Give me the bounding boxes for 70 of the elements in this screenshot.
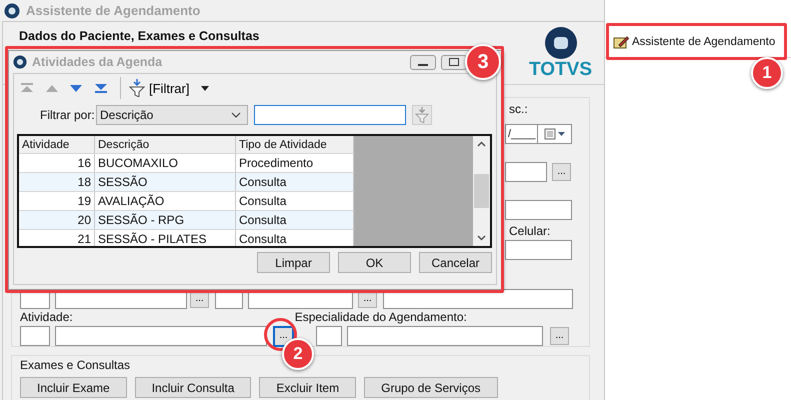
table-cell: BUCOMAXILO	[95, 154, 236, 172]
last-record-icon[interactable]	[94, 83, 108, 93]
table-cell: Procedimento	[236, 154, 354, 172]
field-label: Celular:	[509, 224, 550, 238]
filter-label: Filtrar por:	[40, 108, 92, 122]
filter-button[interactable]: [Filtrar]	[129, 79, 190, 97]
item-label: Assistente de Agendamento	[632, 36, 776, 48]
pencil-note-icon	[613, 35, 629, 49]
column-header[interactable]: Descrição	[95, 136, 236, 153]
action-button[interactable]: Incluir Consulta	[134, 377, 252, 398]
funnel-icon	[129, 79, 145, 97]
side-panel-item[interactable]: Assistente de Agendamento	[613, 33, 776, 51]
filter-dropdown[interactable]: Descrição	[96, 105, 248, 125]
field-label: Atividade:	[20, 310, 73, 324]
funnel-icon	[415, 107, 429, 123]
dialog-button[interactable]: OK	[338, 252, 411, 273]
text-field[interactable]	[347, 326, 543, 346]
globe-logo-icon	[544, 26, 578, 60]
maximize-button[interactable]	[441, 54, 467, 70]
date-field[interactable]: /____	[505, 124, 538, 144]
table-cell: 16	[19, 154, 95, 172]
table-cell: SESSÃO - PILATES	[95, 230, 236, 246]
search-field[interactable]	[254, 105, 406, 125]
section-heading: Dados do Paciente, Exames e Consultas	[19, 29, 260, 45]
dialog-button[interactable]: Cancelar	[419, 252, 492, 273]
apply-filter-button[interactable]	[412, 105, 432, 125]
table-cell: 20	[19, 211, 95, 229]
scroll-thumb[interactable]	[474, 174, 489, 208]
action-button[interactable]: Grupo de Serviços	[364, 377, 498, 398]
field-label: Especialidade do Agendamento:	[294, 310, 467, 324]
lookup-button[interactable]: ...	[552, 163, 571, 181]
text-field[interactable]	[505, 200, 572, 220]
text-field[interactable]	[55, 326, 267, 346]
column-header[interactable]: Tipo de Atividade	[236, 136, 354, 153]
scroll-down-icon[interactable]	[477, 235, 486, 241]
table-cell: 19	[19, 192, 95, 210]
table-cell: Consulta	[236, 211, 354, 229]
chevron-down-icon	[231, 112, 241, 118]
action-button[interactable]: Excluir Item	[259, 377, 356, 398]
minimize-button[interactable]	[410, 54, 436, 70]
text-field[interactable]	[20, 326, 50, 346]
dialog-button[interactable]: Limpar	[257, 252, 330, 273]
scrollbar[interactable]	[473, 136, 490, 246]
table-cell: Consulta	[236, 192, 354, 210]
next-record-icon[interactable]	[70, 84, 82, 92]
table-cell: Consulta	[236, 230, 354, 246]
dialog-title: Atividades da Agenda	[32, 55, 164, 69]
scroll-up-icon[interactable]	[477, 141, 486, 147]
calendar-button[interactable]	[538, 124, 572, 144]
maximize-icon	[449, 58, 459, 66]
table-cell: Consulta	[236, 173, 354, 191]
text-field[interactable]	[505, 162, 547, 182]
group-title: Exames e Consultas	[20, 358, 132, 372]
app-logo-icon	[4, 2, 20, 18]
table-cell: SESSÃO	[95, 173, 236, 191]
table-cell: 18	[19, 173, 95, 191]
window-title: Assistente de Agendamento	[26, 3, 200, 18]
table-cell: SESSÃO - RPG	[95, 211, 236, 229]
app-logo-icon	[13, 55, 27, 69]
text-field[interactable]	[505, 240, 572, 260]
lookup-button[interactable]: ...	[550, 327, 569, 345]
table-cell: AVALIAÇÃO	[95, 192, 236, 210]
logo-text: TOTVS	[529, 60, 592, 80]
text-field[interactable]	[316, 326, 342, 346]
field-label: sc.:	[509, 102, 528, 116]
calendar-icon	[544, 128, 566, 140]
caret-icon[interactable]	[201, 86, 210, 90]
action-button[interactable]: Incluir Exame	[20, 377, 127, 398]
table-cell: 21	[19, 230, 95, 246]
column-header[interactable]: Atividade	[19, 136, 95, 153]
